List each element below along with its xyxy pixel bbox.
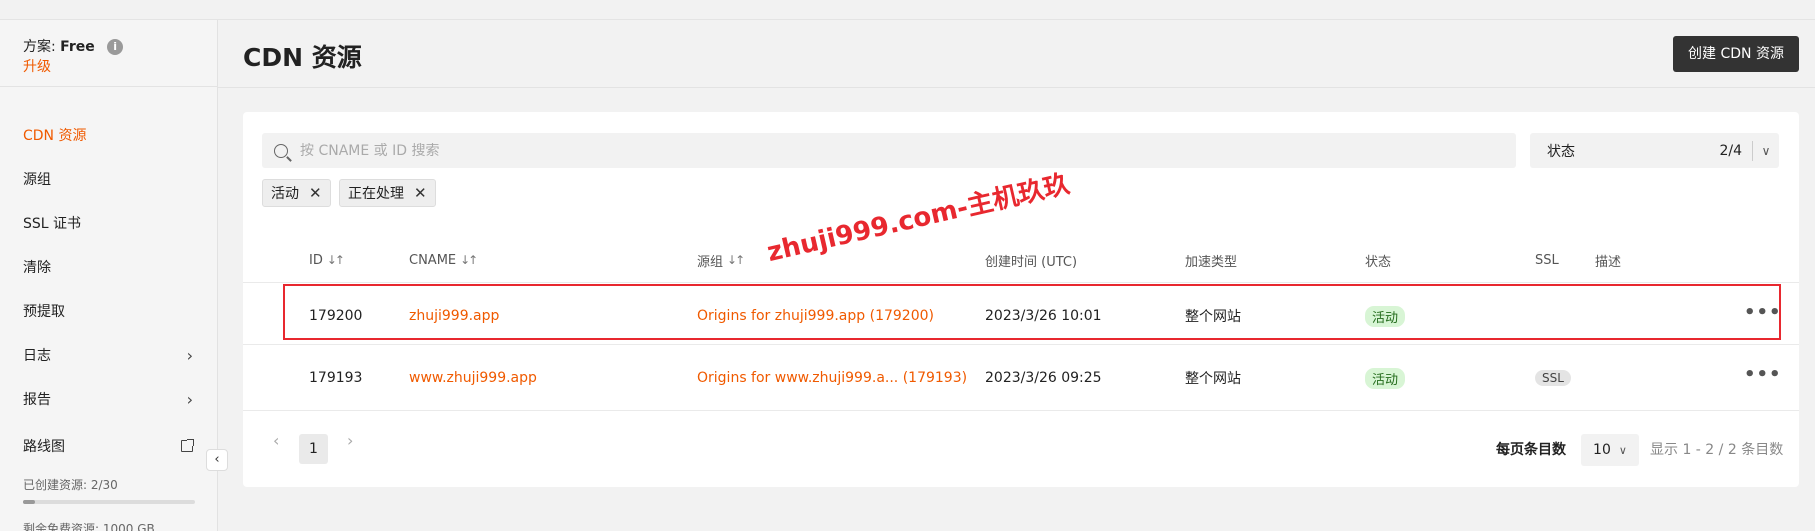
pagination-range: 显示 1 - 2 / 2 条目数 xyxy=(1650,442,1784,458)
sidebar-item-ssl-certificates[interactable]: SSL 证书 xyxy=(23,213,193,233)
per-page-select[interactable]: 10 ∨ xyxy=(1581,434,1639,466)
cell-cname-link[interactable]: www.zhuji999.app xyxy=(409,368,537,388)
usage-created-label: 已创建资源: 2/30 xyxy=(23,478,118,492)
sidebar-item-reports[interactable]: 报告 › xyxy=(23,389,193,409)
chevron-down-icon: ∨ xyxy=(1618,443,1627,457)
external-link-icon xyxy=(181,439,194,452)
more-actions-icon[interactable]: ••• xyxy=(1744,364,1782,385)
sidebar-item-label: 预提取 xyxy=(23,304,65,320)
column-header-type: 加速类型 xyxy=(1185,254,1238,270)
usage-progress-bar xyxy=(23,500,195,504)
close-icon[interactable]: ✕ xyxy=(414,184,427,202)
usage-free-label: 剩余免费资源: 1000 GB xyxy=(23,522,155,531)
sidebar-item-origin-groups[interactable]: 源组 xyxy=(23,169,193,189)
cell-created: 2023/3/26 09:25 xyxy=(985,370,1102,386)
column-header-label: 源组 xyxy=(697,254,724,270)
column-header-status: 状态 xyxy=(1365,254,1392,270)
next-page-icon[interactable]: › xyxy=(347,431,353,450)
prev-page-icon[interactable]: ‹ xyxy=(273,431,279,450)
divider xyxy=(0,86,218,87)
page-title: CDN 资源 xyxy=(243,43,362,72)
top-bar xyxy=(0,0,1815,20)
sidebar-item-roadmap[interactable]: 路线图 xyxy=(23,436,194,456)
per-page-label: 每页条目数 xyxy=(1496,442,1566,458)
filter-chip-label: 活动 xyxy=(271,186,299,202)
cell-type: 整个网站 xyxy=(1185,371,1241,387)
sidebar-item-prefetch[interactable]: 预提取 xyxy=(23,301,193,321)
sort-icon: ↓↑ xyxy=(326,253,345,267)
plan-value: Free xyxy=(60,39,95,55)
column-header-ssl: SSL xyxy=(1535,252,1559,268)
status-filter-select[interactable]: 状态 2/4 ∨ xyxy=(1530,133,1779,168)
filter-chip-label: 正在处理 xyxy=(348,186,404,202)
sidebar-item-label: 源组 xyxy=(23,172,51,188)
sidebar-item-label: 日志 xyxy=(23,348,51,364)
collapse-sidebar-button[interactable]: ‹ xyxy=(206,449,228,471)
per-page-value: 10 xyxy=(1593,442,1611,458)
search-icon xyxy=(274,143,288,158)
sidebar: 方案: Free i 升级 CDN 资源 源组 SSL 证书 清除 预提取 日志… xyxy=(0,20,218,531)
filter-chip-active: 活动 ✕ xyxy=(262,179,331,207)
cell-id: 179193 xyxy=(309,370,363,386)
sort-icon: ↓↑ xyxy=(460,253,478,267)
sidebar-item-label: SSL 证书 xyxy=(23,216,82,232)
column-header-origin-group[interactable]: 源组 ↓↑ xyxy=(697,250,745,270)
page-number-button[interactable]: 1 xyxy=(299,434,328,464)
status-filter-count: 2/4 xyxy=(1719,142,1742,159)
chevron-right-icon: › xyxy=(186,389,193,409)
sidebar-item-label: 清除 xyxy=(23,260,51,276)
sidebar-item-cdn-resources[interactable]: CDN 资源 xyxy=(23,125,193,145)
column-header-description: 描述 xyxy=(1595,254,1622,270)
column-header-id[interactable]: ID ↓↑ xyxy=(309,250,345,270)
cell-ssl: SSL xyxy=(1535,368,1571,388)
sidebar-item-purge[interactable]: 清除 xyxy=(23,257,193,277)
create-cdn-resource-button[interactable]: 创建 CDN 资源 xyxy=(1673,36,1799,72)
column-header-cname[interactable]: CNAME ↓↑ xyxy=(409,250,478,270)
search-input[interactable] xyxy=(300,142,1516,159)
close-icon[interactable]: ✕ xyxy=(309,184,322,202)
filter-chip-processing: 正在处理 ✕ xyxy=(339,179,436,207)
upgrade-link[interactable]: 升级 xyxy=(23,56,51,76)
column-header-created: 创建时间 (UTC) xyxy=(985,254,1078,270)
sidebar-item-label: 报告 xyxy=(23,392,51,408)
plan-label: 方案: xyxy=(23,39,56,55)
ssl-badge: SSL xyxy=(1535,370,1571,386)
sidebar-item-label: 路线图 xyxy=(23,439,65,455)
status-badge: 活动 xyxy=(1365,367,1406,389)
chevron-down-icon: ∨ xyxy=(1761,143,1771,158)
status-filter-label: 状态 xyxy=(1547,143,1575,160)
sort-icon: ↓↑ xyxy=(727,253,745,267)
column-header-label: ID xyxy=(309,252,323,268)
divider xyxy=(243,410,1799,411)
chevron-right-icon: › xyxy=(186,345,193,365)
usage-progress-fill xyxy=(23,500,35,504)
divider xyxy=(243,282,1799,283)
cell-status: 活动 xyxy=(1365,367,1406,389)
cell-origin-link[interactable]: Origins for www.zhuji999.a... (179193) xyxy=(697,368,967,388)
search-bar xyxy=(262,133,1516,168)
sidebar-item-logs[interactable]: 日志 › xyxy=(23,345,193,365)
divider xyxy=(218,87,1815,88)
info-icon[interactable]: i xyxy=(107,39,124,55)
plan-info: 方案: Free i xyxy=(23,36,124,56)
highlight-box xyxy=(283,284,1781,340)
column-header-label: CNAME xyxy=(409,252,457,268)
divider xyxy=(243,344,1799,345)
sidebar-item-label: CDN 资源 xyxy=(23,128,87,144)
